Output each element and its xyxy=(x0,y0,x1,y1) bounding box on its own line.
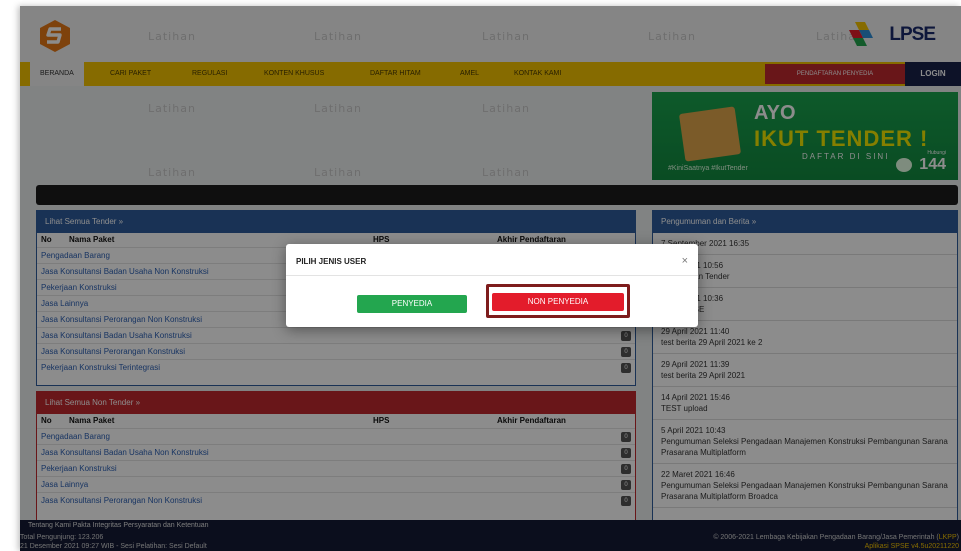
non-penyedia-button[interactable]: NON PENYEDIA xyxy=(492,293,624,311)
dialog-title: PILIH JENIS USER xyxy=(296,257,367,266)
browser-frame: Latihan Latihan Latihan Latihan Latihan … xyxy=(20,6,961,551)
pilih-jenis-user-dialog: PILIH JENIS USER × PENYEDIA NON PENYEDIA xyxy=(286,244,698,327)
penyedia-button[interactable]: PENYEDIA xyxy=(357,295,467,313)
dialog-divider xyxy=(286,275,698,276)
close-icon[interactable]: × xyxy=(682,255,688,267)
